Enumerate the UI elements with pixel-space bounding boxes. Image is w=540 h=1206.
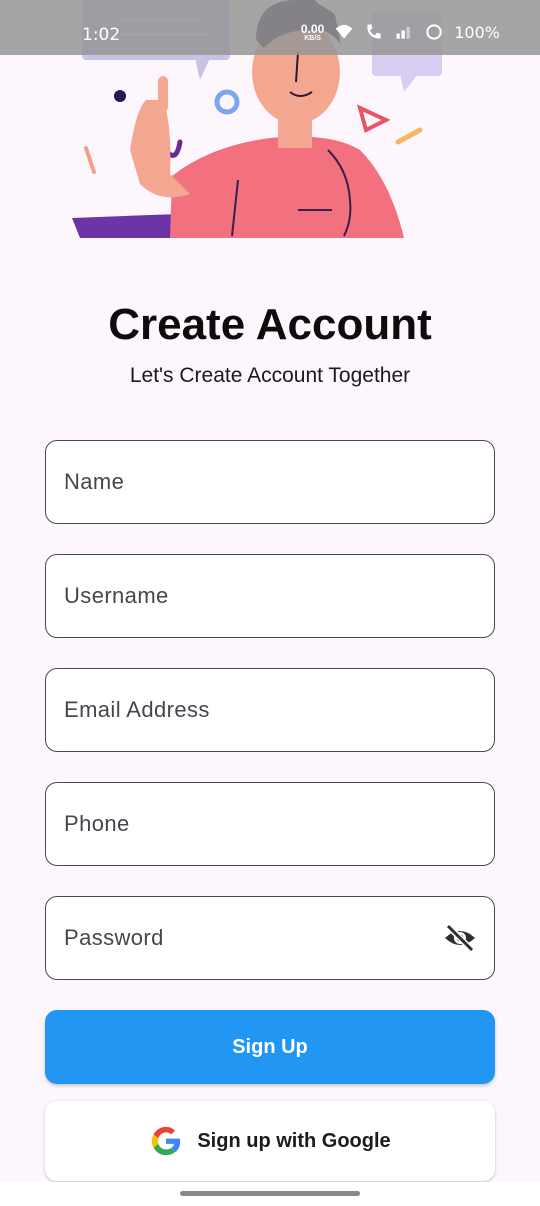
username-input[interactable]: [64, 555, 444, 637]
battery-icon: [426, 24, 442, 40]
signal-icon: [396, 27, 411, 39]
name-field[interactable]: [45, 440, 495, 524]
status-indicators: 0.00 KB/S 100%: [301, 22, 500, 42]
home-indicator[interactable]: [180, 1191, 360, 1196]
email-field[interactable]: [45, 668, 495, 752]
wifi-icon: [335, 24, 353, 39]
status-time: 1:02: [82, 25, 121, 45]
google-icon: [152, 1126, 181, 1156]
call-icon: [367, 24, 381, 39]
eye-off-icon[interactable]: [443, 923, 477, 953]
phone-input[interactable]: [64, 783, 444, 865]
password-input[interactable]: [64, 897, 444, 979]
status-bar: 1:02 0.00 KB/S 100%: [0, 0, 540, 55]
phone-field[interactable]: [45, 782, 495, 866]
battery-percent: 100%: [454, 22, 500, 42]
network-speed: 0.00 KB/S: [301, 23, 324, 42]
navigation-bar: [0, 1182, 540, 1206]
page-title: Create Account: [108, 300, 432, 349]
signup-button[interactable]: Sign Up: [45, 1010, 495, 1084]
username-field[interactable]: [45, 554, 495, 638]
page-subtitle: Let's Create Account Together: [129, 364, 411, 387]
email-input[interactable]: [64, 669, 444, 751]
network-speed-unit: KB/S: [304, 34, 321, 42]
name-input[interactable]: [64, 441, 444, 523]
google-signup-button[interactable]: Sign up with Google: [45, 1101, 495, 1181]
network-speed-value: 0.00: [300, 21, 325, 36]
signup-screen: 1:02 0.00 KB/S 100% Create Account Let's…: [0, 0, 540, 1206]
google-signup-label: Sign up with Google: [197, 1129, 391, 1152]
password-field[interactable]: [45, 896, 495, 980]
